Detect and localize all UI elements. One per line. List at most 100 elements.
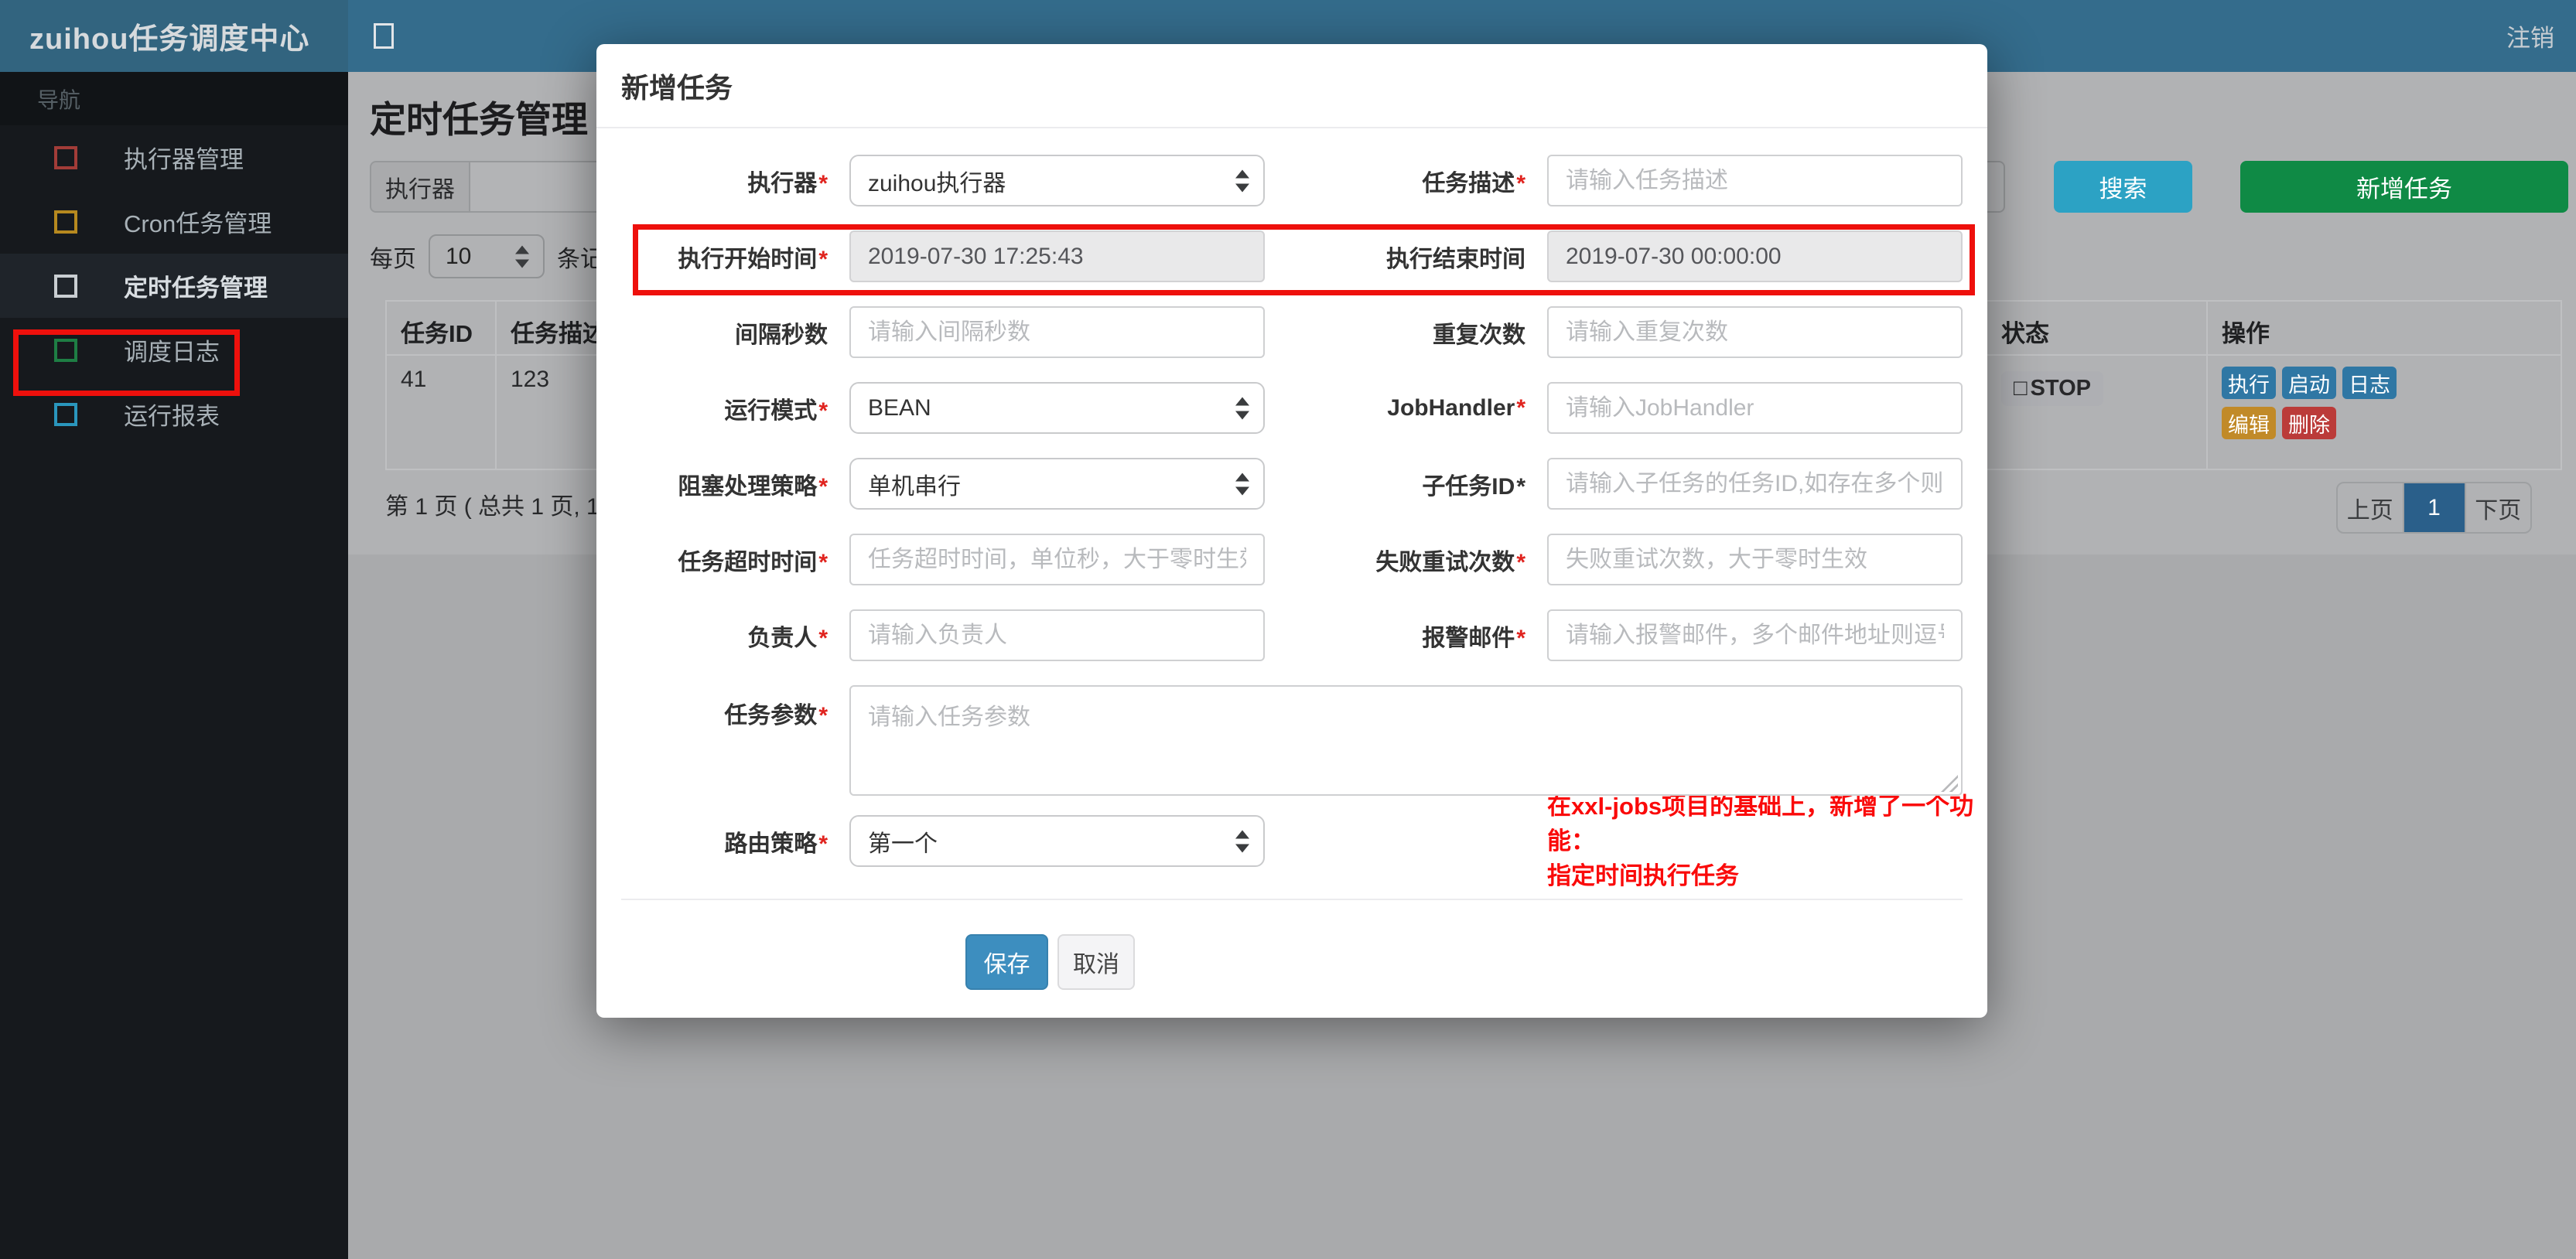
brand-area: zuihou任务调度中心 bbox=[0, 0, 348, 72]
pagination-prev[interactable]: 上页 bbox=[2338, 483, 2403, 532]
delete-button[interactable]: 删除 bbox=[2282, 407, 2336, 439]
field-start-time-input[interactable] bbox=[849, 230, 1265, 282]
field-label-glue-type: 运行模式* bbox=[724, 397, 828, 424]
required-asterisk: * bbox=[1516, 394, 1525, 421]
sidebar-item-label: 运行报表 bbox=[124, 403, 220, 430]
sidebar-item-label: Cron任务管理 bbox=[124, 210, 272, 237]
run-button[interactable]: 执行 bbox=[2222, 367, 2276, 399]
field-label-end-time: 执行结束时间 bbox=[1386, 246, 1525, 272]
status-square-icon: □ bbox=[2014, 376, 2028, 401]
field-child-job-id-input[interactable] bbox=[1547, 458, 1963, 510]
field-job-handler-input[interactable] bbox=[1547, 382, 1963, 434]
field-alarm-email-input[interactable] bbox=[1547, 609, 1963, 661]
field-label-interval-seconds: 间隔秒数 bbox=[735, 322, 828, 348]
modal-footer: 保存 取消 bbox=[596, 900, 1987, 990]
per-page-value: 10 bbox=[446, 243, 472, 269]
form-row-block-strategy: 阻塞处理策略* 单机串行 子任务ID* bbox=[641, 458, 1987, 510]
field-label-job-desc: 任务描述* bbox=[1422, 170, 1525, 196]
header-actions: 操作 bbox=[2206, 302, 2562, 354]
sidebar-item-executor-management[interactable]: 执行器管理 bbox=[0, 125, 348, 189]
white-square-icon bbox=[54, 274, 77, 298]
sidebar-item-cron-job-management[interactable]: Cron任务管理 bbox=[0, 189, 348, 254]
field-block-strategy-select[interactable]: 单机串行 bbox=[849, 458, 1265, 510]
header-job-id: 任务ID bbox=[385, 302, 495, 354]
field-author-input[interactable] bbox=[849, 609, 1265, 661]
cell-job-id: 41 bbox=[385, 356, 495, 469]
executor-filter-label: 执行器 bbox=[370, 161, 470, 213]
field-label-alarm-email: 报警邮件* bbox=[1422, 625, 1525, 651]
form-row-timeout: 任务超时时间* 失败重试次数* bbox=[641, 534, 1987, 585]
required-asterisk: * bbox=[1516, 625, 1525, 651]
field-executor-select[interactable]: zuihou执行器 bbox=[849, 155, 1265, 206]
sidebar-item-schedule-log[interactable]: 调度日志 bbox=[0, 318, 348, 382]
field-label-start-time: 执行开始时间* bbox=[678, 246, 828, 272]
header-status: 状态 bbox=[1986, 302, 2206, 354]
save-button[interactable]: 保存 bbox=[965, 934, 1048, 990]
cell-status: □ STOP bbox=[1986, 356, 2206, 469]
feature-note-text: 在xxl-jobs项目的基础上，新增了一个功能： 指定时间执行任务 bbox=[1547, 793, 1974, 889]
field-label-block-strategy: 阻塞处理策略* bbox=[678, 473, 828, 500]
field-interval-seconds-input[interactable] bbox=[849, 306, 1265, 358]
form-row-author: 负责人* 报警邮件* bbox=[641, 609, 1987, 661]
form-row-interval-seconds: 间隔秒数 重复次数 bbox=[641, 306, 1987, 358]
form-row-start-time: 执行开始时间* 执行结束时间 bbox=[641, 230, 1987, 282]
sidebar-item-run-report[interactable]: 运行报表 bbox=[0, 382, 348, 446]
required-asterisk: * bbox=[1516, 170, 1525, 196]
form-row-glue-type: 运行模式* BEAN JobHandler* bbox=[641, 382, 1987, 434]
required-asterisk: * bbox=[818, 246, 828, 272]
add-job-button[interactable]: 新增任务 bbox=[2240, 161, 2568, 213]
field-label-executor: 执行器* bbox=[747, 170, 828, 196]
required-asterisk: * bbox=[818, 831, 828, 857]
sidebar-item-label: 调度日志 bbox=[124, 339, 220, 366]
field-retry-count-input[interactable] bbox=[1547, 534, 1963, 585]
logout-link[interactable]: 注销 bbox=[2506, 0, 2554, 72]
field-label-route-strategy: 路由策略* bbox=[724, 831, 828, 857]
pagination-next[interactable]: 下页 bbox=[2464, 483, 2531, 532]
form-row-executor: 执行器* zuihou执行器 任务描述* bbox=[641, 155, 1987, 206]
orange-square-icon bbox=[54, 210, 77, 234]
select-arrows-icon bbox=[515, 245, 529, 268]
status-label: STOP bbox=[2030, 376, 2091, 401]
field-label-child-job-id: 子任务ID* bbox=[1422, 473, 1525, 500]
select-arrows-icon bbox=[1235, 169, 1249, 192]
app-root: zuihou任务调度中心 注销 导航 执行器管理 Cron任务管理 定时任务管理 调度… bbox=[0, 0, 2576, 1259]
per-page-select[interactable]: 10 bbox=[429, 234, 545, 278]
field-label-timeout: 任务超时时间* bbox=[678, 549, 828, 575]
select-arrows-icon bbox=[1235, 397, 1249, 419]
required-asterisk: * bbox=[818, 170, 828, 196]
field-label-job-params: 任务参数* bbox=[724, 703, 828, 728]
select-arrows-icon bbox=[1235, 473, 1249, 495]
field-glue-type-select[interactable]: BEAN bbox=[849, 382, 1265, 434]
row-action-buttons: 执行 启动 日志编辑 删除 bbox=[2222, 367, 2407, 439]
sidebar-menu: 执行器管理 Cron任务管理 定时任务管理 调度日志运行报表 bbox=[0, 125, 348, 446]
modal-form: 执行器* zuihou执行器 任务描述* 执行开始时间* 执行结束时间间隔秒数 重复次数运… bbox=[596, 128, 1987, 889]
field-repeat-count-input[interactable] bbox=[1547, 306, 1963, 358]
pagination-current[interactable]: 1 bbox=[2402, 483, 2465, 532]
cancel-button[interactable]: 取消 bbox=[1057, 934, 1135, 990]
field-label-author: 负责人* bbox=[747, 625, 828, 651]
field-end-time-input[interactable] bbox=[1547, 230, 1963, 282]
add-job-modal: 新增任务 执行器* zuihou执行器 任务描述* 执行开始时间* 执行结束时间间隔秒数… bbox=[596, 44, 1987, 1018]
status-badge: □ STOP bbox=[2001, 371, 2103, 406]
edit-button[interactable]: 编辑 bbox=[2222, 407, 2276, 439]
pagination: 上页 1 下页 bbox=[2336, 482, 2532, 534]
cell-actions: 执行 启动 日志编辑 删除 bbox=[2206, 356, 2562, 469]
sidebar-item-timed-job-management[interactable]: 定时任务管理 bbox=[0, 254, 348, 318]
log-button[interactable]: 日志 bbox=[2342, 367, 2397, 399]
page-title: 定时任务管理 bbox=[370, 99, 588, 140]
field-job-params-textarea[interactable] bbox=[849, 685, 1963, 796]
form-row-job-params: 任务参数* bbox=[641, 685, 1987, 800]
start-button[interactable]: 启动 bbox=[2282, 367, 2336, 399]
menu-toggle-icon[interactable] bbox=[374, 23, 394, 49]
sidebar-item-label: 定时任务管理 bbox=[124, 275, 268, 302]
field-route-strategy-select[interactable]: 第一个 bbox=[849, 815, 1265, 867]
per-page-control: 每页 10 条记录 bbox=[370, 234, 627, 278]
modal-header: 新增任务 bbox=[596, 44, 1987, 128]
search-button[interactable]: 搜索 bbox=[2054, 161, 2192, 213]
field-timeout-input[interactable] bbox=[849, 534, 1265, 585]
red-square-icon bbox=[54, 145, 77, 169]
field-label-retry-count: 失败重试次数* bbox=[1375, 549, 1525, 575]
field-job-desc-input[interactable] bbox=[1547, 155, 1963, 206]
required-asterisk: * bbox=[818, 473, 828, 500]
brand-title: zuihou任务调度中心 bbox=[29, 23, 310, 56]
